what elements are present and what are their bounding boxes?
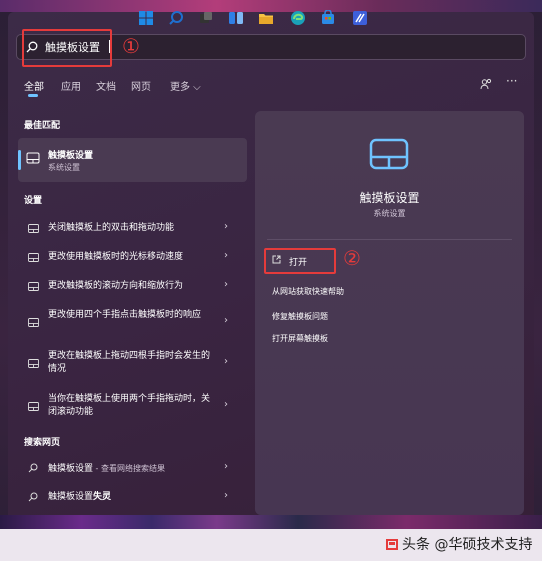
web-search-item[interactable]: 触摸板设置失灵 › [18,490,247,507]
detail-subtitle: 系统设置 [373,209,406,218]
annotation-number-1: ① [122,34,140,58]
tab-apps[interactable]: 应用 [61,78,81,93]
settings-item-label: 更改使用四个手指点击触摸板时的响应 [48,310,202,320]
settings-item[interactable]: 更改在触摸板上拖动四根手指时会发生的情况 › [18,349,247,379]
search-icon [28,463,38,473]
settings-item-label: 关闭触摸板上的双击和拖动功能 [48,223,175,233]
action-get-help[interactable]: 从网站获取快速帮助 [272,286,344,297]
more-options-button[interactable]: ··· [506,74,517,88]
tab-more[interactable]: 更多 ⌵ [170,78,201,93]
touchpad-large-icon [369,138,409,170]
touchpad-icon [28,253,39,262]
annotation-box-2 [264,248,336,274]
widgets-icon[interactable] [228,10,244,26]
detail-title: 触摸板设置 [359,191,420,205]
settings-item[interactable]: 关闭触摸板上的双击和拖动功能 › [18,221,247,240]
touchpad-icon [28,359,39,368]
settings-item-label: 当你在触摸板上使用两个手指拖动时，关闭滚动功能 [48,394,211,417]
touchpad-icon [26,152,40,164]
web-search-item[interactable]: 触摸板设置 - 查看网络搜索结果 › [18,461,247,478]
windows-start-icon[interactable] [138,10,154,26]
selection-indicator [18,150,21,170]
web-search-heading: 搜索网页 [24,438,61,448]
settings-item-label: 更改触摸板的滚动方向和缩放行为 [48,281,184,291]
web-search-query: 触摸板设置 [48,492,94,502]
taskbar-search-icon[interactable] [168,10,184,26]
toutiao-logo-icon [386,539,398,550]
settings-item[interactable]: 更改触摸板的滚动方向和缩放行为 › [18,279,247,298]
chevron-right-icon: › [224,279,228,290]
app-icon[interactable] [352,10,368,26]
web-search-suffix: - 查看网络搜索结果 [93,464,165,473]
action-fix-touchpad[interactable]: 修复触摸板问题 [272,311,328,322]
settings-item[interactable]: 更改使用触摸板时的光标移动速度 › [18,250,247,269]
task-view-icon[interactable] [198,10,214,26]
action-open-screen-touchpad[interactable]: 打开屏幕触摸板 [272,333,328,344]
file-explorer-icon[interactable] [258,10,274,26]
touchpad-icon [28,224,39,233]
chevron-right-icon: › [224,221,228,232]
touchpad-icon [28,282,39,291]
tab-all[interactable]: 全部 [24,78,44,93]
tab-web[interactable]: 网页 [131,78,151,93]
active-tab-indicator [28,94,38,97]
chevron-right-icon: › [224,315,228,326]
chevron-right-icon: › [224,490,228,501]
edge-browser-icon[interactable] [290,10,306,26]
annotation-number-2: ② [343,246,361,270]
settings-heading: 设置 [24,196,43,206]
wallpaper-strip-bottom [0,515,542,529]
touchpad-icon [28,318,39,327]
best-match-title: 触摸板设置 [48,151,94,161]
touchpad-icon [28,402,39,411]
best-match-heading: 最佳匹配 [24,121,61,131]
settings-item-label: 更改在触摸板上拖动四根手指时会发生的情况 [48,351,211,374]
web-search-query: 触摸板设置 [48,464,94,474]
store-icon[interactable] [320,10,336,26]
best-match-card[interactable]: 触摸板设置 系统设置 [18,138,247,182]
divider [267,239,512,240]
settings-item[interactable]: 更改使用四个手指点击触摸板时的响应 › [18,308,247,338]
annotation-box-1 [22,29,112,67]
watermark-text: 头条 @华硕技术支持 [402,537,533,553]
best-match-subtitle: 系统设置 [48,163,80,172]
tab-documents[interactable]: 文档 [96,78,116,93]
chevron-right-icon: › [224,399,228,410]
chevron-right-icon: › [224,356,228,367]
account-icon[interactable] [480,78,492,90]
settings-item-label: 更改使用触摸板时的光标移动速度 [48,252,184,262]
settings-item[interactable]: 当你在触摸板上使用两个手指拖动时，关闭滚动功能 › [18,392,247,422]
chevron-right-icon: › [224,250,228,261]
chevron-right-icon: › [224,461,228,472]
web-search-suggestion: 失灵 [93,492,112,502]
search-icon [28,492,38,502]
